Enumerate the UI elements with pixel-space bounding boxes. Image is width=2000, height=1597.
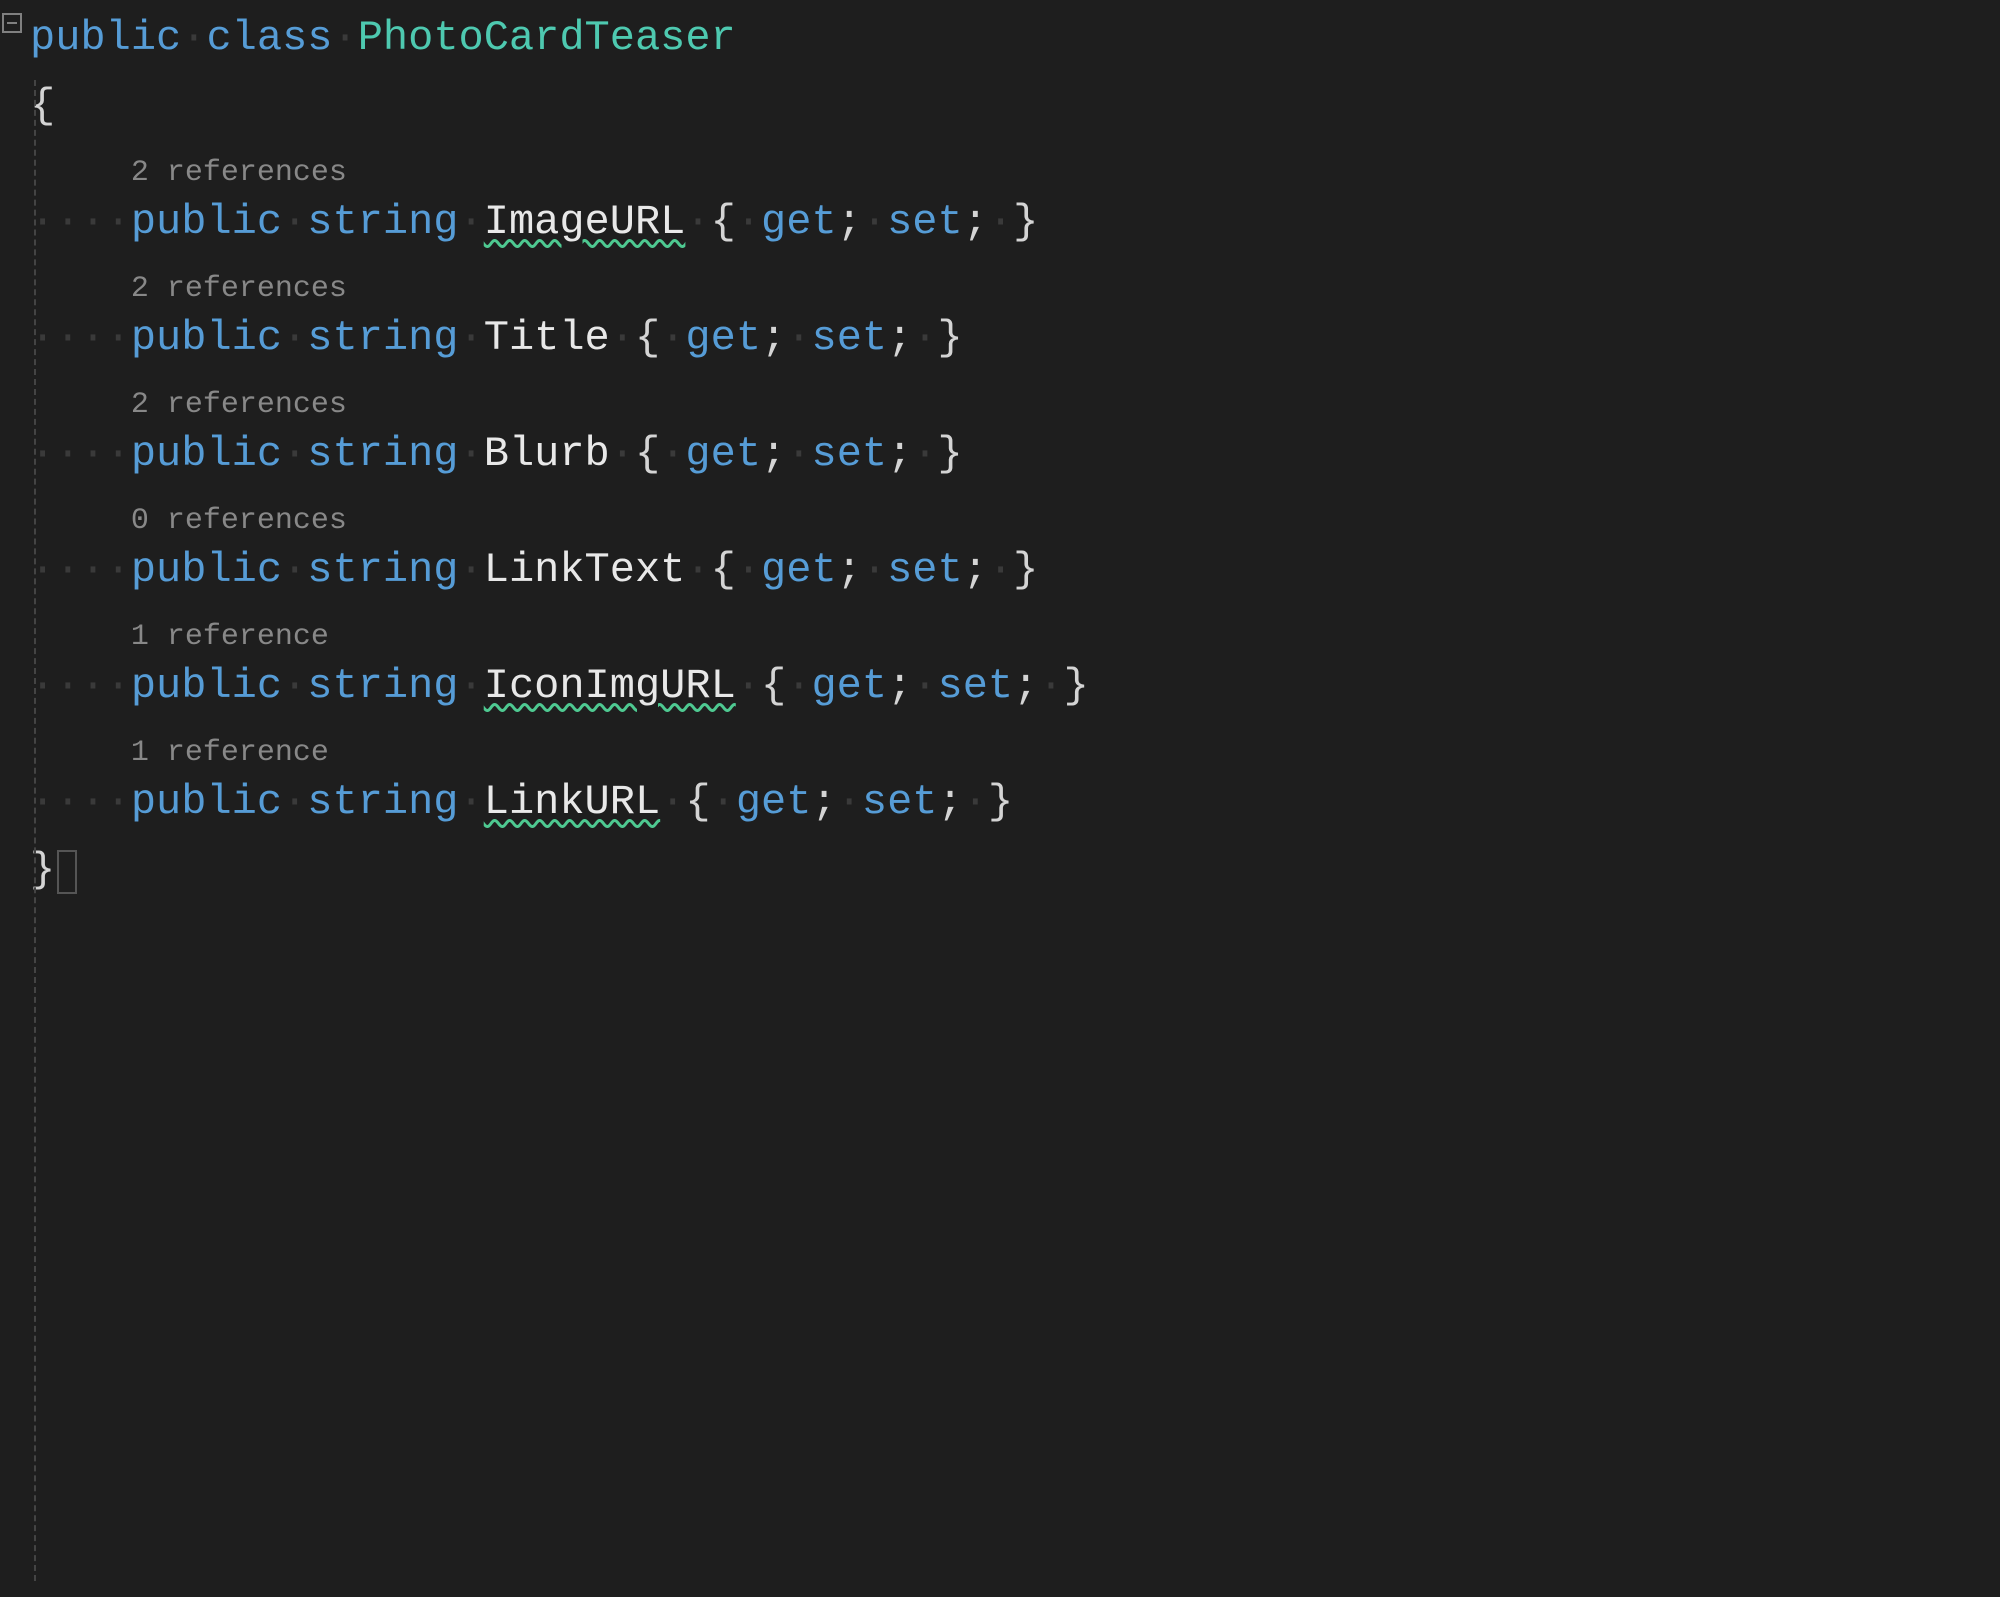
property-line[interactable]: ····public·string·Title·{·get;·set;·}: [30, 304, 2000, 372]
ws: ·: [282, 198, 307, 246]
property-line[interactable]: ····public·string·LinkURL·{·get;·set;·}: [30, 768, 2000, 836]
accessors: {·get;·set;·}: [635, 314, 963, 362]
ws: ·: [459, 546, 484, 594]
cursor: [57, 850, 77, 894]
ws: ·: [282, 314, 307, 362]
property-name: IconImgURL: [484, 662, 736, 710]
property-line[interactable]: ····public·string·LinkText·{·get;·set;·}: [30, 536, 2000, 604]
codelens-line[interactable]: 2 references: [30, 140, 2000, 188]
modifier-keyword: public: [131, 778, 282, 826]
accessors: {·get;·set;·}: [635, 430, 963, 478]
type-keyword: string: [307, 314, 458, 362]
ws: ·: [660, 778, 685, 826]
codelens-line[interactable]: 2 references: [30, 372, 2000, 420]
codelens-references[interactable]: 2 references: [131, 272, 347, 306]
open-brace-line[interactable]: {: [30, 72, 2000, 140]
ws: ·: [459, 314, 484, 362]
codelens-indent: [30, 377, 131, 425]
whitespace-dots: ····: [30, 546, 131, 594]
property-line[interactable]: ····public·string·IconImgURL·{·get;·set;…: [30, 652, 2000, 720]
type-keyword: string: [307, 430, 458, 478]
ws: ·: [610, 430, 635, 478]
codelens-references[interactable]: 1 reference: [131, 736, 329, 770]
modifier-keyword: public: [131, 198, 282, 246]
ws: ·: [685, 198, 710, 246]
whitespace-dots: ····: [30, 198, 131, 246]
accessors: {·get;·set;·}: [711, 198, 1039, 246]
property-name: ImageURL: [484, 198, 686, 246]
type-keyword: string: [307, 662, 458, 710]
ws: ·: [610, 314, 635, 362]
codelens-references[interactable]: 0 references: [131, 504, 347, 538]
codelens-references[interactable]: 2 references: [131, 156, 347, 190]
ws: ·: [459, 662, 484, 710]
code-editor[interactable]: public·class·PhotoCardTeaser{ 2 referenc…: [0, 0, 2000, 1597]
code-block[interactable]: public·class·PhotoCardTeaser{ 2 referenc…: [0, 4, 2000, 904]
codelens-indent: [30, 609, 131, 657]
accessors: {·get;·set;·}: [761, 662, 1089, 710]
property-line[interactable]: ····public·string·Blurb·{·get;·set;·}: [30, 420, 2000, 488]
whitespace-dots: ····: [30, 314, 131, 362]
fold-gutter: [0, 0, 28, 1597]
codelens-line[interactable]: 2 references: [30, 256, 2000, 304]
whitespace-dots: ····: [30, 430, 131, 478]
codelens-line[interactable]: 1 reference: [30, 720, 2000, 768]
ws: ·: [459, 198, 484, 246]
fold-minus-icon[interactable]: [0, 0, 28, 44]
modifier-keyword: public: [131, 314, 282, 362]
codelens-indent: [30, 261, 131, 309]
codelens-line[interactable]: 0 references: [30, 488, 2000, 536]
whitespace-dots: ····: [30, 778, 131, 826]
ws: ·: [282, 778, 307, 826]
property-name: LinkURL: [484, 778, 660, 826]
codelens-references[interactable]: 1 reference: [131, 620, 329, 654]
outline-guide: [34, 80, 36, 1581]
ws: ·: [282, 662, 307, 710]
codelens-indent: [30, 145, 131, 193]
ws: ·: [282, 546, 307, 594]
codelens-line[interactable]: 1 reference: [30, 604, 2000, 652]
type-keyword: string: [307, 198, 458, 246]
property-name: LinkText: [484, 546, 686, 594]
whitespace-dots: ····: [30, 662, 131, 710]
accessors: {·get;·set;·}: [711, 546, 1039, 594]
codelens-indent: [30, 725, 131, 773]
property-name: Blurb: [484, 430, 610, 478]
class-declaration-line[interactable]: public·class·PhotoCardTeaser: [30, 4, 2000, 72]
modifier-keyword: public: [131, 546, 282, 594]
ws: ·: [459, 778, 484, 826]
modifier-keyword: public: [131, 430, 282, 478]
property-line[interactable]: ····public·string·ImageURL·{·get;·set;·}: [30, 188, 2000, 256]
class-keyword: class: [206, 14, 332, 62]
type-keyword: string: [307, 546, 458, 594]
property-name: Title: [484, 314, 610, 362]
class-name: PhotoCardTeaser: [358, 14, 736, 62]
close-brace-line[interactable]: }: [30, 836, 2000, 904]
ws: ·: [282, 430, 307, 478]
modifier-keyword: public: [30, 14, 181, 62]
ws: ·: [685, 546, 710, 594]
type-keyword: string: [307, 778, 458, 826]
codelens-indent: [30, 493, 131, 541]
ws: ·: [736, 662, 761, 710]
modifier-keyword: public: [131, 662, 282, 710]
accessors: {·get;·set;·}: [685, 778, 1013, 826]
ws: ·: [459, 430, 484, 478]
codelens-references[interactable]: 2 references: [131, 388, 347, 422]
